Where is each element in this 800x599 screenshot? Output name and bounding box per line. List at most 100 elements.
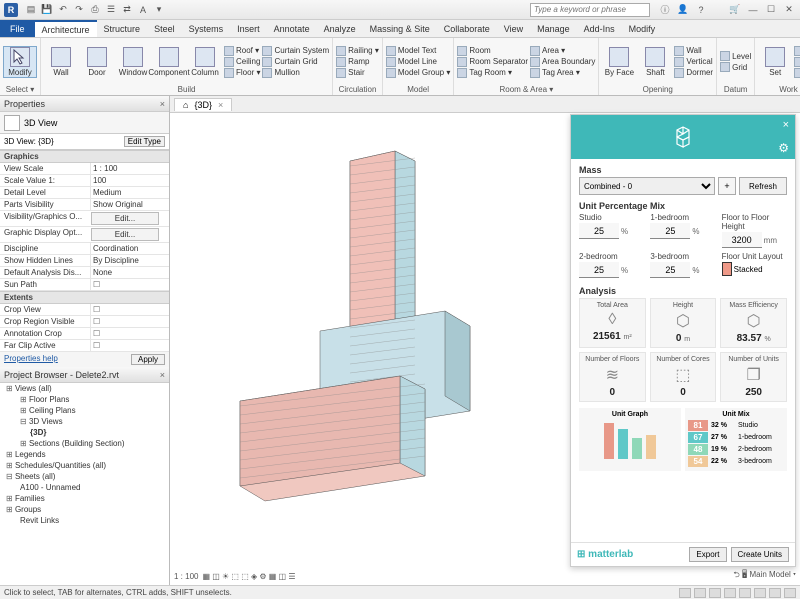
tab-steel[interactable]: Steel [147, 20, 182, 37]
tab-addins[interactable]: Add-Ins [577, 20, 622, 37]
qat-print-icon[interactable]: ⎙ [88, 3, 102, 17]
browser-item[interactable]: 3D Views [0, 416, 169, 427]
gear-icon[interactable]: ⚙ [778, 141, 789, 155]
properties-help-link[interactable]: Properties help [4, 354, 58, 365]
ribbon-item[interactable]: Mullion [262, 68, 329, 78]
ribbon-item[interactable]: Show [794, 46, 800, 56]
byface-button[interactable]: By Face [602, 47, 636, 77]
qat-undo-icon[interactable]: ↶ [56, 3, 70, 17]
browser-item[interactable]: Legends [0, 449, 169, 460]
prop-row[interactable]: Default Analysis Dis...None [0, 267, 169, 279]
browser-item[interactable]: Sheets (all) [0, 471, 169, 482]
prop-row[interactable]: Annotation Crop [0, 328, 169, 340]
prop-row[interactable]: Crop View [0, 304, 169, 316]
ribbon-item[interactable]: Curtain Grid [262, 57, 329, 67]
tab-manage[interactable]: Manage [530, 20, 577, 37]
search-box[interactable] [530, 3, 650, 17]
browser-item[interactable]: Groups [0, 504, 169, 515]
door-button[interactable]: Door [80, 47, 114, 77]
view-scale[interactable]: 1 : 100 [174, 572, 198, 581]
component-button[interactable]: Component [152, 47, 186, 77]
min-icon[interactable]: — [746, 3, 760, 17]
view-icons[interactable]: ▦ ◫ ☀ ⬚ ⬚ ◈ ⚙ ▦ ◫ ☰ [202, 572, 295, 581]
ribbon-item[interactable]: Model Text [386, 46, 450, 56]
tab-collaborate[interactable]: Collaborate [437, 20, 497, 37]
tab-architecture[interactable]: Architecture [35, 20, 97, 37]
ribbon-item[interactable]: Wall [674, 46, 713, 56]
ribbon-item[interactable]: Dormer [674, 68, 713, 78]
max-icon[interactable]: ☐ [764, 3, 778, 17]
tab-annotate[interactable]: Annotate [267, 20, 317, 37]
qat-a-icon[interactable]: A [136, 3, 150, 17]
mix-input[interactable] [579, 223, 619, 239]
qat-more-icon[interactable]: ▾ [152, 3, 166, 17]
browser-item[interactable]: Revit Links [0, 515, 169, 526]
properties-close-icon[interactable]: × [160, 99, 165, 109]
ribbon-item[interactable]: Level [720, 51, 751, 61]
window-button[interactable]: Window [116, 47, 150, 77]
ribbon-item[interactable]: Grid [720, 62, 751, 72]
browser-item[interactable]: Schedules/Quantities (all) [0, 460, 169, 471]
mix-input[interactable] [650, 262, 690, 278]
add-mass-button[interactable]: + [718, 177, 736, 195]
qat-save-icon[interactable]: 💾 [40, 3, 54, 17]
prop-row[interactable]: Graphic Display Opt...Edit... [0, 227, 169, 243]
column-button[interactable]: Column [188, 47, 222, 77]
tab-systems[interactable]: Systems [182, 20, 231, 37]
ribbon-item[interactable]: Viewer [794, 68, 800, 78]
browser-item[interactable]: Floor Plans [0, 394, 169, 405]
qat-open-icon[interactable]: ▤ [24, 3, 38, 17]
prop-row[interactable]: View Scale1 : 100 [0, 163, 169, 175]
search-input[interactable] [530, 3, 650, 17]
prop-row[interactable]: Detail LevelMedium [0, 187, 169, 199]
ribbon-item[interactable]: Floor ▾ [224, 68, 260, 78]
view-tab-3d[interactable]: ⌂ {3D} × [174, 98, 232, 111]
canvas[interactable]: ⌂ {3D} × [170, 96, 800, 585]
qat-redo-icon[interactable]: ↷ [72, 3, 86, 17]
project-browser[interactable]: Views (all)Floor PlansCeiling Plans3D Vi… [0, 383, 169, 585]
wall-button[interactable]: Wall [44, 47, 78, 77]
export-button[interactable]: Export [689, 547, 726, 562]
ribbon-item[interactable]: Area ▾ [530, 46, 595, 56]
ribbon-item[interactable]: Curtain System [262, 46, 329, 56]
ribbon-item[interactable]: Model Line [386, 57, 450, 67]
prop-row[interactable]: Crop Region Visible [0, 316, 169, 328]
prop-row[interactable]: Scale Value 1:100 [0, 175, 169, 187]
qat-sync-icon[interactable]: ⇄ [120, 3, 134, 17]
ribbon-item[interactable]: Room Separator [457, 57, 528, 67]
browser-item[interactable]: Families [0, 493, 169, 504]
browser-item[interactable]: {3D} [0, 427, 169, 438]
prop-row[interactable]: DisciplineCoordination [0, 243, 169, 255]
ribbon-item[interactable]: Ref Plane [794, 57, 800, 67]
mix-input[interactable] [579, 262, 619, 278]
model-name[interactable]: Main Model [749, 570, 790, 579]
help-icon[interactable]: ? [694, 3, 708, 17]
edit-type-button[interactable]: Edit Type [124, 136, 165, 147]
prop-row[interactable]: Show Hidden LinesBy Discipline [0, 255, 169, 267]
close-icon[interactable]: ✕ [782, 3, 796, 17]
mix-input[interactable] [650, 223, 690, 239]
ribbon-item[interactable]: Roof ▾ [224, 46, 260, 56]
ribbon-item[interactable]: Railing ▾ [336, 46, 379, 56]
ribbon-item[interactable]: Ramp [336, 57, 379, 67]
tab-analyze[interactable]: Analyze [317, 20, 363, 37]
ribbon-item[interactable]: Stair [336, 68, 379, 78]
info-icon[interactable]: ⓘ [658, 3, 672, 17]
browser-item[interactable]: Sections (Building Section) [0, 438, 169, 449]
status-icon[interactable] [679, 588, 691, 598]
tab-view[interactable]: View [497, 20, 530, 37]
mass-select[interactable]: Combined - 0 [579, 177, 715, 195]
browser-close-icon[interactable]: × [160, 370, 165, 380]
prop-row[interactable]: Sun Path [0, 279, 169, 291]
set-button[interactable]: Set [758, 47, 792, 77]
cart-icon[interactable]: 🛒 [728, 3, 742, 17]
tab-insert[interactable]: Insert [230, 20, 267, 37]
file-tab[interactable]: File [0, 20, 35, 37]
ribbon-item[interactable]: Model Group ▾ [386, 68, 450, 78]
tab-structure[interactable]: Structure [97, 20, 148, 37]
type-selector[interactable]: 3D View [0, 112, 169, 134]
modify-button[interactable]: Modify [3, 46, 37, 78]
shaft-button[interactable]: Shaft [638, 47, 672, 77]
browser-item[interactable]: Ceiling Plans [0, 405, 169, 416]
ribbon-item[interactable]: Tag Room ▾ [457, 68, 528, 78]
